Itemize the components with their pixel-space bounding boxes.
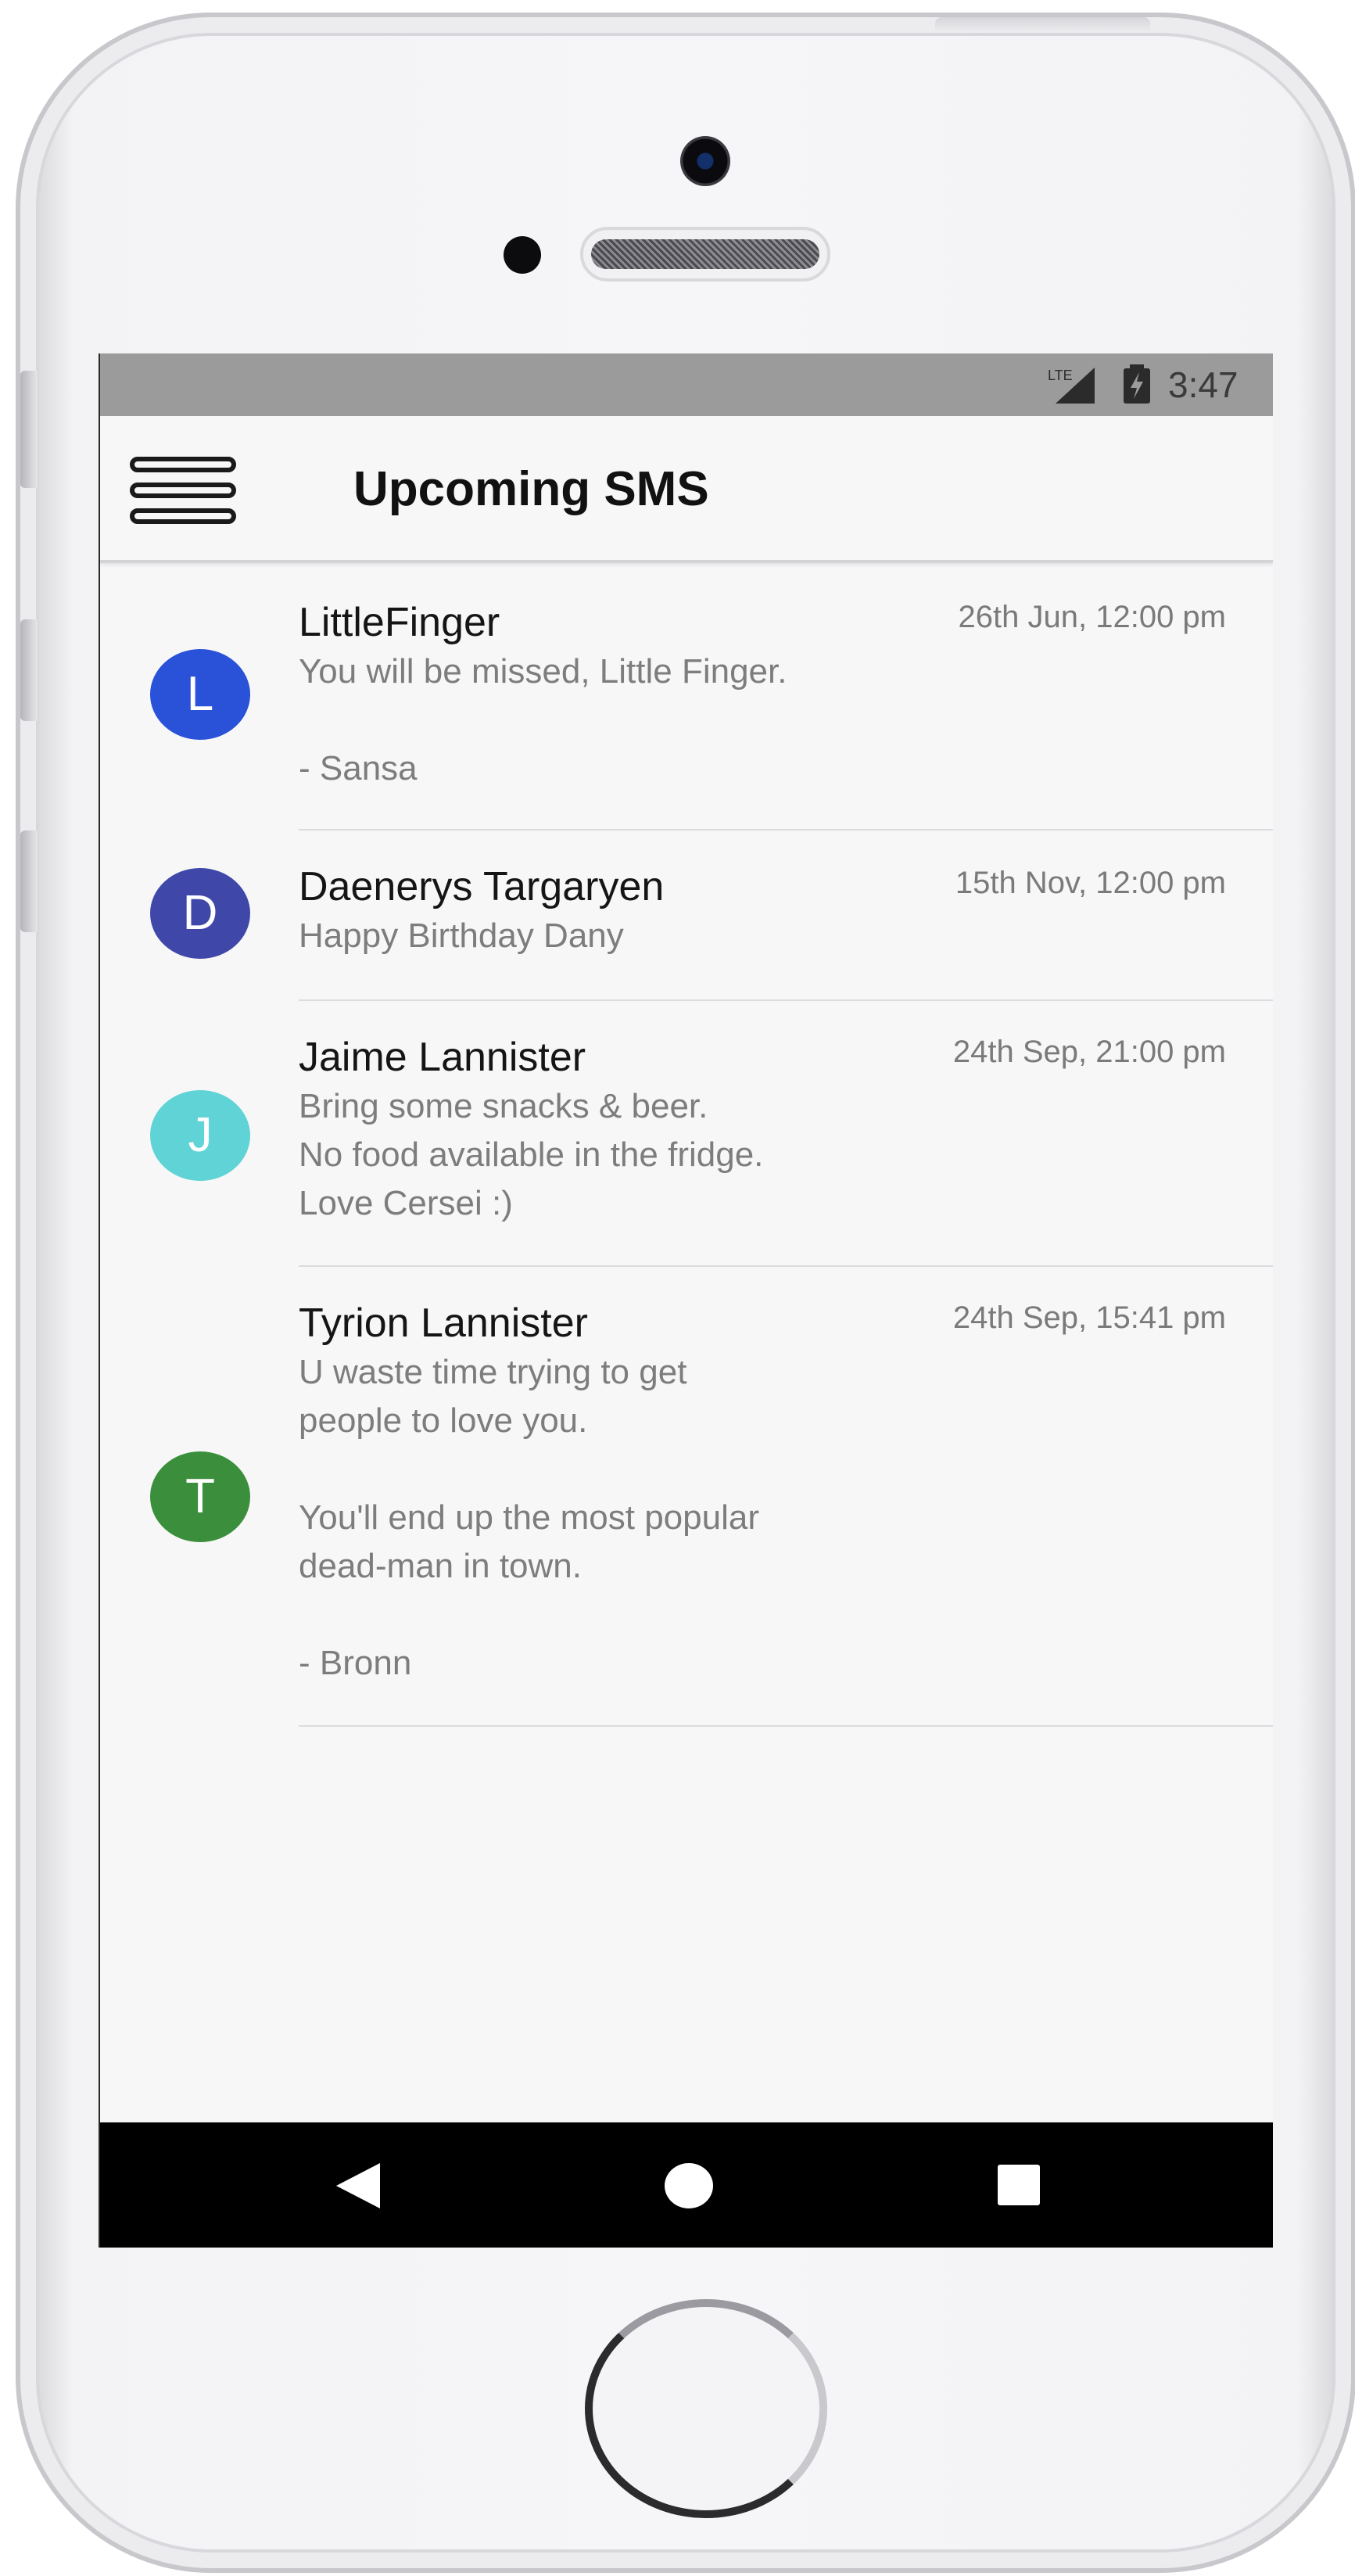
message-body: Bring some snacks & beer. No food availa… bbox=[299, 1087, 764, 1222]
front-camera-icon bbox=[680, 136, 730, 186]
avatar: D bbox=[150, 868, 250, 959]
sender-name: Jaime Lannister bbox=[299, 1035, 586, 1080]
scheduled-time: 24th Sep, 21:00 pm bbox=[952, 1035, 1226, 1069]
list-item[interactable]: J Jaime Lannister 24th Sep, 21:00 pm Bri… bbox=[100, 1001, 1273, 1267]
list-item[interactable]: T Tyrion Lannister 24th Sep, 15:41 pm U … bbox=[100, 1267, 1273, 1727]
sender-name: Tyrion Lannister bbox=[299, 1301, 588, 1346]
avatar: L bbox=[150, 649, 250, 740]
sms-list: L LittleFinger 26th Jun, 12:00 pm You wi… bbox=[100, 566, 1273, 1727]
message-body: U waste time trying to get people to lov… bbox=[299, 1353, 759, 1682]
earpiece-speaker bbox=[580, 227, 830, 282]
list-item[interactable]: D Daenerys Targaryen 15th Nov, 12:00 pm … bbox=[100, 831, 1273, 1001]
mute-switch bbox=[20, 371, 38, 488]
hardware-home-button[interactable] bbox=[585, 2299, 827, 2518]
battery-charging-icon bbox=[1124, 364, 1150, 404]
power-button bbox=[935, 17, 1150, 31]
avatar: T bbox=[150, 1451, 250, 1542]
sender-name: Daenerys Targaryen bbox=[299, 864, 665, 909]
hamburger-menu-icon[interactable] bbox=[130, 457, 236, 524]
back-triangle-icon[interactable] bbox=[336, 2163, 380, 2208]
scheduled-time: 24th Sep, 15:41 pm bbox=[952, 1301, 1226, 1335]
avatar: J bbox=[150, 1090, 250, 1181]
message-body: You will be missed, Little Finger. - San… bbox=[299, 652, 787, 788]
volume-up-button bbox=[20, 619, 38, 721]
home-circle-icon[interactable] bbox=[665, 2163, 713, 2208]
android-nav-bar bbox=[100, 2122, 1273, 2248]
scheduled-time: 26th Jun, 12:00 pm bbox=[958, 600, 1226, 634]
status-time: 3:47 bbox=[1168, 364, 1238, 405]
phone-screen: LTE 3:47 Upcoming SMS L LittleFinger 26t… bbox=[99, 353, 1273, 2248]
scheduled-time: 15th Nov, 12:00 pm bbox=[955, 866, 1226, 900]
speaker-grill bbox=[591, 239, 819, 269]
recents-square-icon[interactable] bbox=[998, 2165, 1040, 2205]
sender-name: LittleFinger bbox=[299, 600, 500, 645]
status-bar: LTE 3:47 bbox=[100, 353, 1273, 416]
volume-down-button bbox=[20, 831, 38, 932]
divider bbox=[299, 1725, 1273, 1727]
list-item[interactable]: L LittleFinger 26th Jun, 12:00 pm You wi… bbox=[100, 566, 1273, 831]
lte-signal-icon: LTE bbox=[1048, 368, 1095, 404]
app-bar: Upcoming SMS bbox=[100, 416, 1273, 563]
page-title: Upcoming SMS bbox=[353, 462, 709, 516]
proximity-sensor bbox=[504, 236, 541, 274]
network-label: LTE bbox=[1048, 368, 1073, 383]
message-body: Happy Birthday Dany bbox=[299, 917, 624, 955]
